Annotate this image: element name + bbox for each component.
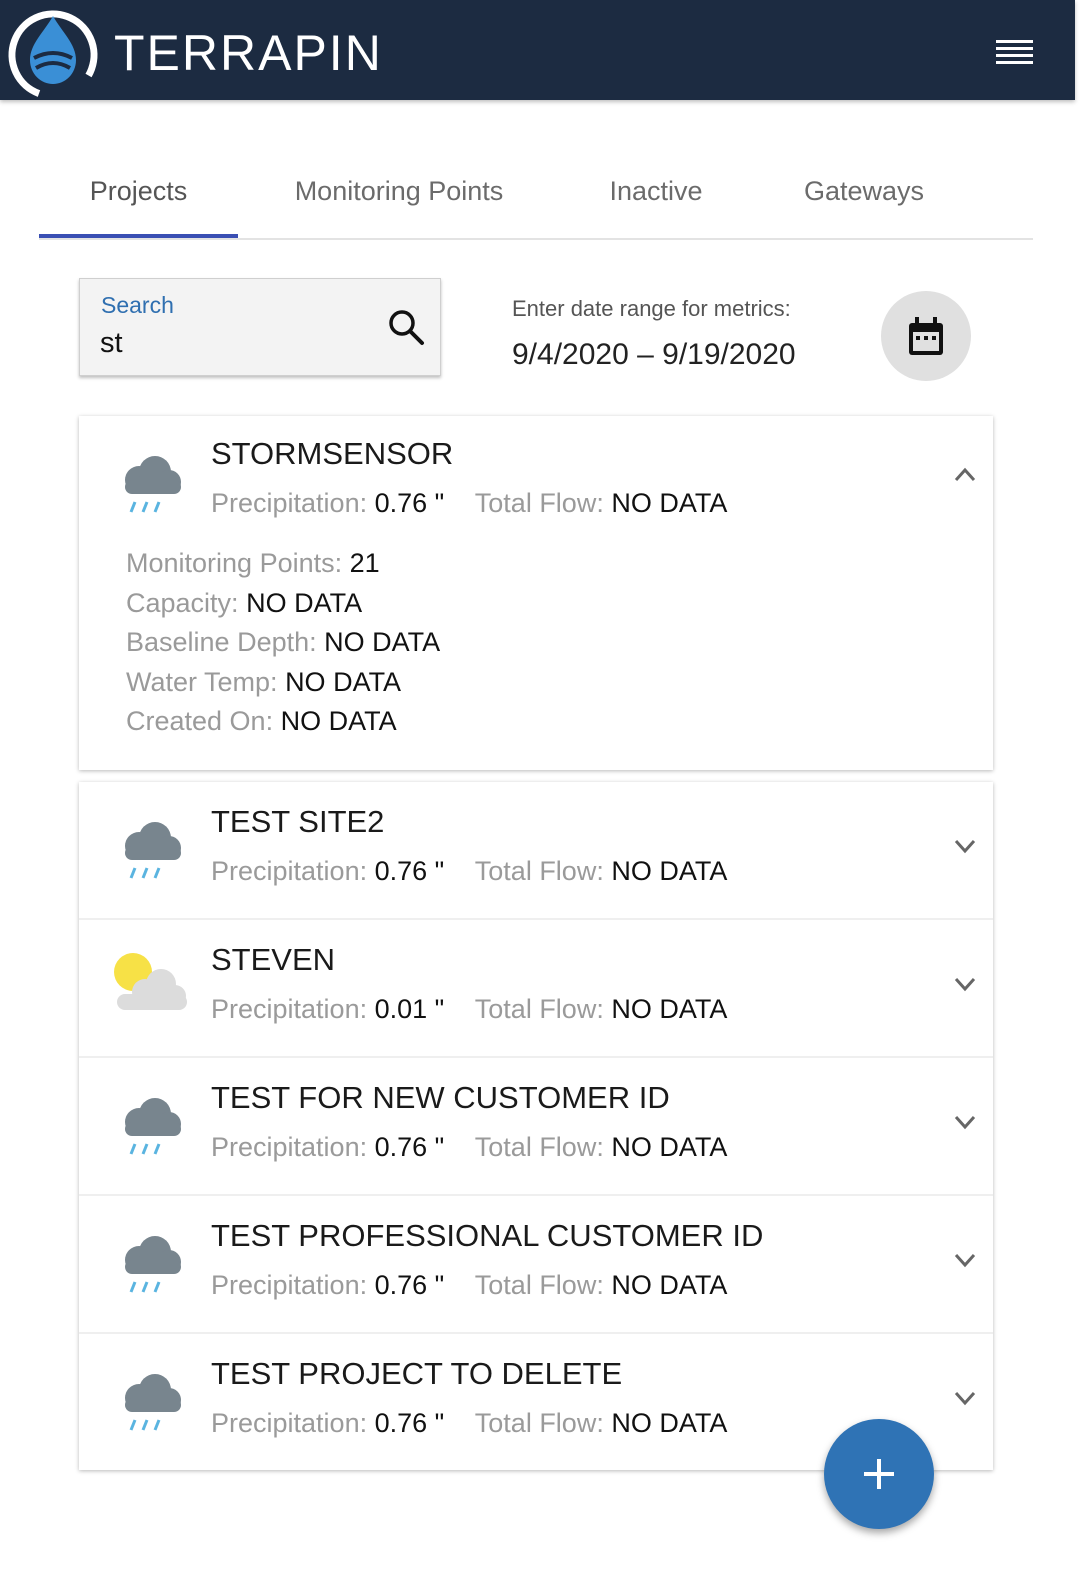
project-name: STEVEN xyxy=(211,942,336,977)
total-flow-value: NO DATA xyxy=(611,856,728,886)
precipitation-label: Precipitation: xyxy=(211,1132,368,1162)
terrapin-logo-icon xyxy=(8,10,98,100)
water-temp-value: NO DATA xyxy=(285,666,402,697)
calendar-icon xyxy=(909,317,943,355)
project-name: TEST PROFESSIONAL CUSTOMER ID xyxy=(211,1218,764,1253)
partly-sunny-icon xyxy=(114,953,187,1010)
created-on-label: Created On: xyxy=(126,706,274,736)
baseline-depth-value: NO DATA xyxy=(324,627,441,657)
created-on-value: NO DATA xyxy=(280,706,397,736)
search-icon[interactable] xyxy=(386,307,426,347)
date-range-value[interactable]: 9/4/2020 – 9/19/2020 xyxy=(512,338,796,372)
hamburger-menu-icon[interactable] xyxy=(996,40,1036,70)
precipitation-label: Precipitation: xyxy=(211,856,368,886)
total-flow-label: Total Flow: xyxy=(474,856,604,886)
precipitation-value: 0.76 " xyxy=(374,1132,445,1162)
rain-cloud-icon xyxy=(125,1374,181,1431)
total-flow-label: Total Flow: xyxy=(474,1132,604,1162)
search-input[interactable]: st xyxy=(100,327,123,360)
tab-projects[interactable]: Projects xyxy=(39,160,238,238)
capacity-label: Capacity: xyxy=(126,587,239,618)
app-title: TERRAPIN xyxy=(114,25,383,81)
total-flow-label: Total Flow: xyxy=(474,1408,604,1438)
chevron-down-icon[interactable] xyxy=(954,1114,976,1130)
tab-bar: Projects Monitoring Points Inactive Gate… xyxy=(39,160,1033,240)
tab-inactive[interactable]: Inactive xyxy=(579,160,733,236)
project-name: TEST FOR NEW CUSTOMER ID xyxy=(211,1080,670,1115)
precipitation-label: Precipitation: xyxy=(211,488,368,518)
top-app-bar: TERRAPIN xyxy=(0,0,1075,100)
tab-monitoring-points[interactable]: Monitoring Points xyxy=(267,160,531,236)
precipitation-value: 0.01 " xyxy=(374,994,445,1024)
rain-cloud-icon xyxy=(125,456,181,513)
project-name: TEST PROJECT TO DELETE xyxy=(211,1356,623,1391)
chevron-down-icon[interactable] xyxy=(954,838,976,854)
project-name: STORMSENSOR xyxy=(211,436,454,471)
total-flow-label: Total Flow: xyxy=(474,1270,604,1300)
project-metrics: Precipitation: 0.76 " Total Flow: NO DAT… xyxy=(211,1270,727,1301)
precipitation-label: Precipitation: xyxy=(211,1408,368,1438)
project-row[interactable]: TEST SITE2 Precipitation: 0.76 " Total F… xyxy=(79,782,993,918)
chevron-up-icon[interactable] xyxy=(954,466,976,482)
total-flow-value: NO DATA xyxy=(611,1132,728,1162)
project-details: Monitoring Points: 21 Capacity: NO DATA … xyxy=(79,544,993,766)
project-row[interactable]: STEVEN Precipitation: 0.01 " Total Flow:… xyxy=(79,920,993,1056)
precipitation-label: Precipitation: xyxy=(211,1270,368,1300)
tab-gateways[interactable]: Gateways xyxy=(777,160,951,236)
add-project-button[interactable] xyxy=(824,1419,934,1529)
project-metrics: Precipitation: 0.76 " Total Flow: NO DAT… xyxy=(211,856,727,887)
chevron-down-icon[interactable] xyxy=(954,1252,976,1268)
project-metrics: Precipitation: 0.76 " Total Flow: NO DAT… xyxy=(211,1132,727,1163)
plus-icon xyxy=(864,1459,894,1489)
baseline-depth-label: Baseline Depth: xyxy=(126,627,317,657)
project-name: TEST SITE2 xyxy=(211,804,385,839)
total-flow-value: NO DATA xyxy=(611,994,728,1024)
rain-cloud-icon xyxy=(125,1098,181,1155)
search-field[interactable]: Search st xyxy=(79,278,441,376)
chevron-down-icon[interactable] xyxy=(954,1390,976,1406)
precipitation-value: 0.76 " xyxy=(374,1408,445,1438)
monitoring-points-label: Monitoring Points: xyxy=(126,548,343,578)
calendar-button[interactable] xyxy=(881,291,971,381)
capacity-value: NO DATA xyxy=(246,587,363,618)
chevron-down-icon[interactable] xyxy=(954,976,976,992)
project-row[interactable]: STORMSENSOR Precipitation: 0.76 " Total … xyxy=(79,416,993,544)
project-row[interactable]: TEST FOR NEW CUSTOMER ID Precipitation: … xyxy=(79,1058,993,1194)
water-temp-label: Water Temp: xyxy=(126,666,278,697)
precipitation-value: 0.76 " xyxy=(374,856,445,886)
project-card-expanded: STORMSENSOR Precipitation: 0.76 " Total … xyxy=(79,416,993,770)
precipitation-label: Precipitation: xyxy=(211,994,368,1024)
project-row[interactable]: TEST PROFESSIONAL CUSTOMER ID Precipitat… xyxy=(79,1196,993,1332)
project-metrics: Precipitation: 0.76 " Total Flow: NO DAT… xyxy=(211,488,727,519)
monitoring-points-value: 21 xyxy=(349,548,380,578)
search-label: Search xyxy=(101,292,174,318)
total-flow-value: NO DATA xyxy=(611,488,728,518)
project-metrics: Precipitation: 0.01 " Total Flow: NO DAT… xyxy=(211,994,727,1025)
project-metrics: Precipitation: 0.76 " Total Flow: NO DAT… xyxy=(211,1408,727,1439)
precipitation-value: 0.76 " xyxy=(374,1270,445,1300)
rain-cloud-icon xyxy=(125,822,181,879)
total-flow-label: Total Flow: xyxy=(474,994,604,1024)
project-list: TEST SITE2 Precipitation: 0.76 " Total F… xyxy=(79,782,993,1470)
total-flow-label: Total Flow: xyxy=(474,488,604,518)
precipitation-value: 0.76 " xyxy=(374,488,445,518)
date-range-label: Enter date range for metrics: xyxy=(512,296,791,321)
total-flow-value: NO DATA xyxy=(611,1270,728,1300)
total-flow-value: NO DATA xyxy=(611,1408,728,1438)
rain-cloud-icon xyxy=(125,1236,181,1293)
